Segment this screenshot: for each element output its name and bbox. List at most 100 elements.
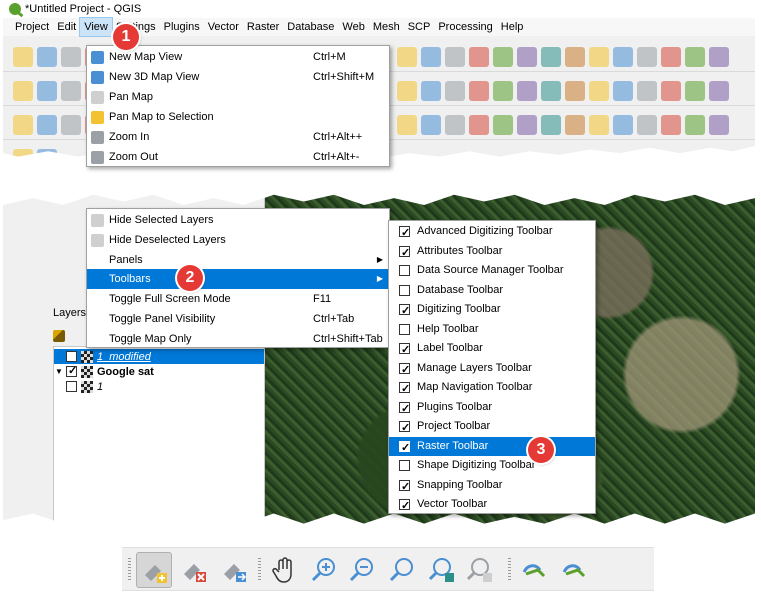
toolbar-icon-10[interactable]	[541, 47, 561, 67]
menu-scp[interactable]: SCP	[404, 18, 435, 36]
checkbox[interactable]	[399, 361, 410, 380]
style-brush-icon[interactable]	[53, 330, 65, 342]
toolbar-icon-34[interactable]	[685, 81, 705, 101]
view-menu-item[interactable]: Toggle Panel Visibility Ctrl+Tab	[87, 309, 389, 329]
toolbar-icon-51[interactable]	[661, 115, 681, 135]
zoom-in-button[interactable]	[306, 552, 342, 588]
toolbar-icon-18[interactable]	[13, 81, 33, 101]
toolbar-icon-42[interactable]	[445, 115, 465, 135]
layer-row[interactable]: 1	[54, 379, 264, 394]
toolbar-toggle-item[interactable]: Plugins Toolbar	[389, 398, 595, 419]
view-menu-item[interactable]: Pan Map	[87, 87, 389, 107]
toolbar-icon-55[interactable]	[37, 149, 57, 159]
toolbar-toggle-item[interactable]: Map Navigation Toolbar	[389, 378, 595, 400]
toolbar-toggle-item[interactable]: Shape Digitizing Toolbar	[389, 456, 595, 476]
view-menu-item[interactable]: New Map View Ctrl+M	[87, 47, 389, 67]
toolbar-icon-38[interactable]	[61, 115, 81, 135]
layer-row[interactable]: 1_modified	[54, 349, 264, 364]
view-menu-item[interactable]: Toggle Full Screen Mode F11	[87, 289, 389, 309]
checkbox[interactable]	[399, 265, 410, 276]
menu-processing[interactable]: Processing	[434, 18, 496, 36]
view-menu-item[interactable]: New 3D Map View Ctrl+Shift+M	[87, 67, 389, 87]
checkbox[interactable]	[399, 439, 410, 458]
checkbox[interactable]	[399, 284, 410, 296]
toolbar-icon-31[interactable]	[613, 81, 633, 101]
toolbar-icon-52[interactable]	[685, 115, 705, 135]
zoom-last-button[interactable]	[516, 552, 552, 588]
view-menu-item[interactable]: Zoom Out Ctrl+Alt+-	[87, 147, 389, 167]
toolbar-icon-14[interactable]	[637, 47, 657, 67]
toolbar-icon-32[interactable]	[637, 81, 657, 101]
checkbox[interactable]	[399, 419, 410, 439]
checkbox[interactable]	[399, 478, 410, 497]
toolbar-icon-29[interactable]	[565, 81, 585, 101]
toolbar-icon-44[interactable]	[493, 115, 513, 135]
toolbar-toggle-item[interactable]: Digitizing Toolbar	[389, 300, 595, 322]
view-menu-item[interactable]: Pan Map to Selection	[87, 107, 389, 127]
toolbar-icon-45[interactable]	[517, 115, 537, 135]
zoom-to-layer-button[interactable]	[424, 552, 460, 588]
toolbar-icon-15[interactable]	[661, 47, 681, 67]
toolbar-icon-37[interactable]	[37, 115, 57, 135]
toolbar-icon-26[interactable]	[493, 81, 513, 101]
toolbar-icon-1[interactable]	[37, 47, 57, 67]
menu-web[interactable]: Web	[338, 18, 368, 36]
toolbar-icon-13[interactable]	[613, 47, 633, 67]
toolbar-toggle-item[interactable]: Vector Toolbar	[389, 495, 595, 517]
toolbar-icon-6[interactable]	[445, 47, 465, 67]
checkbox[interactable]	[399, 497, 410, 517]
add-feature-button[interactable]	[136, 552, 172, 588]
layer-visibility-checkbox[interactable]	[66, 351, 77, 362]
toolbar-toggle-item[interactable]: Data Source Manager Toolbar	[389, 261, 595, 281]
menu-raster[interactable]: Raster	[243, 18, 283, 36]
view-menu-item[interactable]: Toolbars ▶	[87, 269, 389, 290]
toolbar-icon-54[interactable]	[13, 149, 33, 159]
toolbar-icon-50[interactable]	[637, 115, 657, 135]
toolbar-icon-28[interactable]	[541, 81, 561, 101]
toolbar-icon-43[interactable]	[469, 115, 489, 135]
toolbar-icon-36[interactable]	[13, 115, 33, 135]
toolbar-icon-27[interactable]	[517, 81, 537, 101]
toolbar-icon-53[interactable]	[709, 115, 729, 135]
toolbar-toggle-item[interactable]: Attributes Toolbar	[389, 242, 595, 263]
checkbox[interactable]	[399, 323, 410, 335]
toolbar-icon-7[interactable]	[469, 47, 489, 67]
menu-view[interactable]: View	[79, 17, 113, 37]
toolbar-icon-16[interactable]	[685, 47, 705, 67]
toolbar-icon-0[interactable]	[13, 47, 33, 67]
toolbar-icon-4[interactable]	[397, 47, 417, 67]
checkbox[interactable]	[399, 341, 410, 361]
layer-row[interactable]: ▼ Google sat	[54, 364, 264, 379]
toolbar-icon-24[interactable]	[445, 81, 465, 101]
toolbar-icon-25[interactable]	[469, 81, 489, 101]
toolbar-icon-12[interactable]	[589, 47, 609, 67]
toolbar-icon-22[interactable]	[397, 81, 417, 101]
toolbar-toggle-item[interactable]: Advanced Digitizing Toolbar	[389, 222, 595, 244]
pan-button[interactable]	[266, 552, 302, 588]
toolbar-icon-49[interactable]	[613, 115, 633, 135]
toolbar-toggle-item[interactable]: Manage Layers Toolbar	[389, 359, 595, 380]
checkbox[interactable]	[399, 244, 410, 263]
checkbox[interactable]	[399, 460, 410, 471]
toolbar-icon-20[interactable]	[61, 81, 81, 101]
toolbar-icon-48[interactable]	[589, 115, 609, 135]
toolbar-icon-9[interactable]	[517, 47, 537, 67]
toolbar-icon-19[interactable]	[37, 81, 57, 101]
toolbar-icon-5[interactable]	[421, 47, 441, 67]
checkbox[interactable]	[399, 400, 410, 419]
menu-help[interactable]: Help	[497, 18, 528, 36]
toolbar-icon-40[interactable]	[397, 115, 417, 135]
menu-database[interactable]: Database	[283, 18, 338, 36]
toolbar-toggle-item[interactable]: Raster Toolbar	[389, 436, 595, 458]
toolbar-toggle-item[interactable]: Database Toolbar	[389, 281, 595, 301]
view-menu-item[interactable]: Hide Deselected Layers	[87, 230, 389, 250]
toolbar-icon-23[interactable]	[421, 81, 441, 101]
toolbar-icon-2[interactable]	[61, 47, 81, 67]
toolbar-icon-33[interactable]	[661, 81, 681, 101]
toolbar-icon-41[interactable]	[421, 115, 441, 135]
menu-mesh[interactable]: Mesh	[369, 18, 404, 36]
toolbar-toggle-item[interactable]: Project Toolbar	[389, 417, 595, 439]
expand-arrow-icon[interactable]: ▼	[54, 367, 64, 376]
toolbar-toggle-item[interactable]: Label Toolbar	[389, 339, 595, 361]
toolbar-icon-35[interactable]	[709, 81, 729, 101]
